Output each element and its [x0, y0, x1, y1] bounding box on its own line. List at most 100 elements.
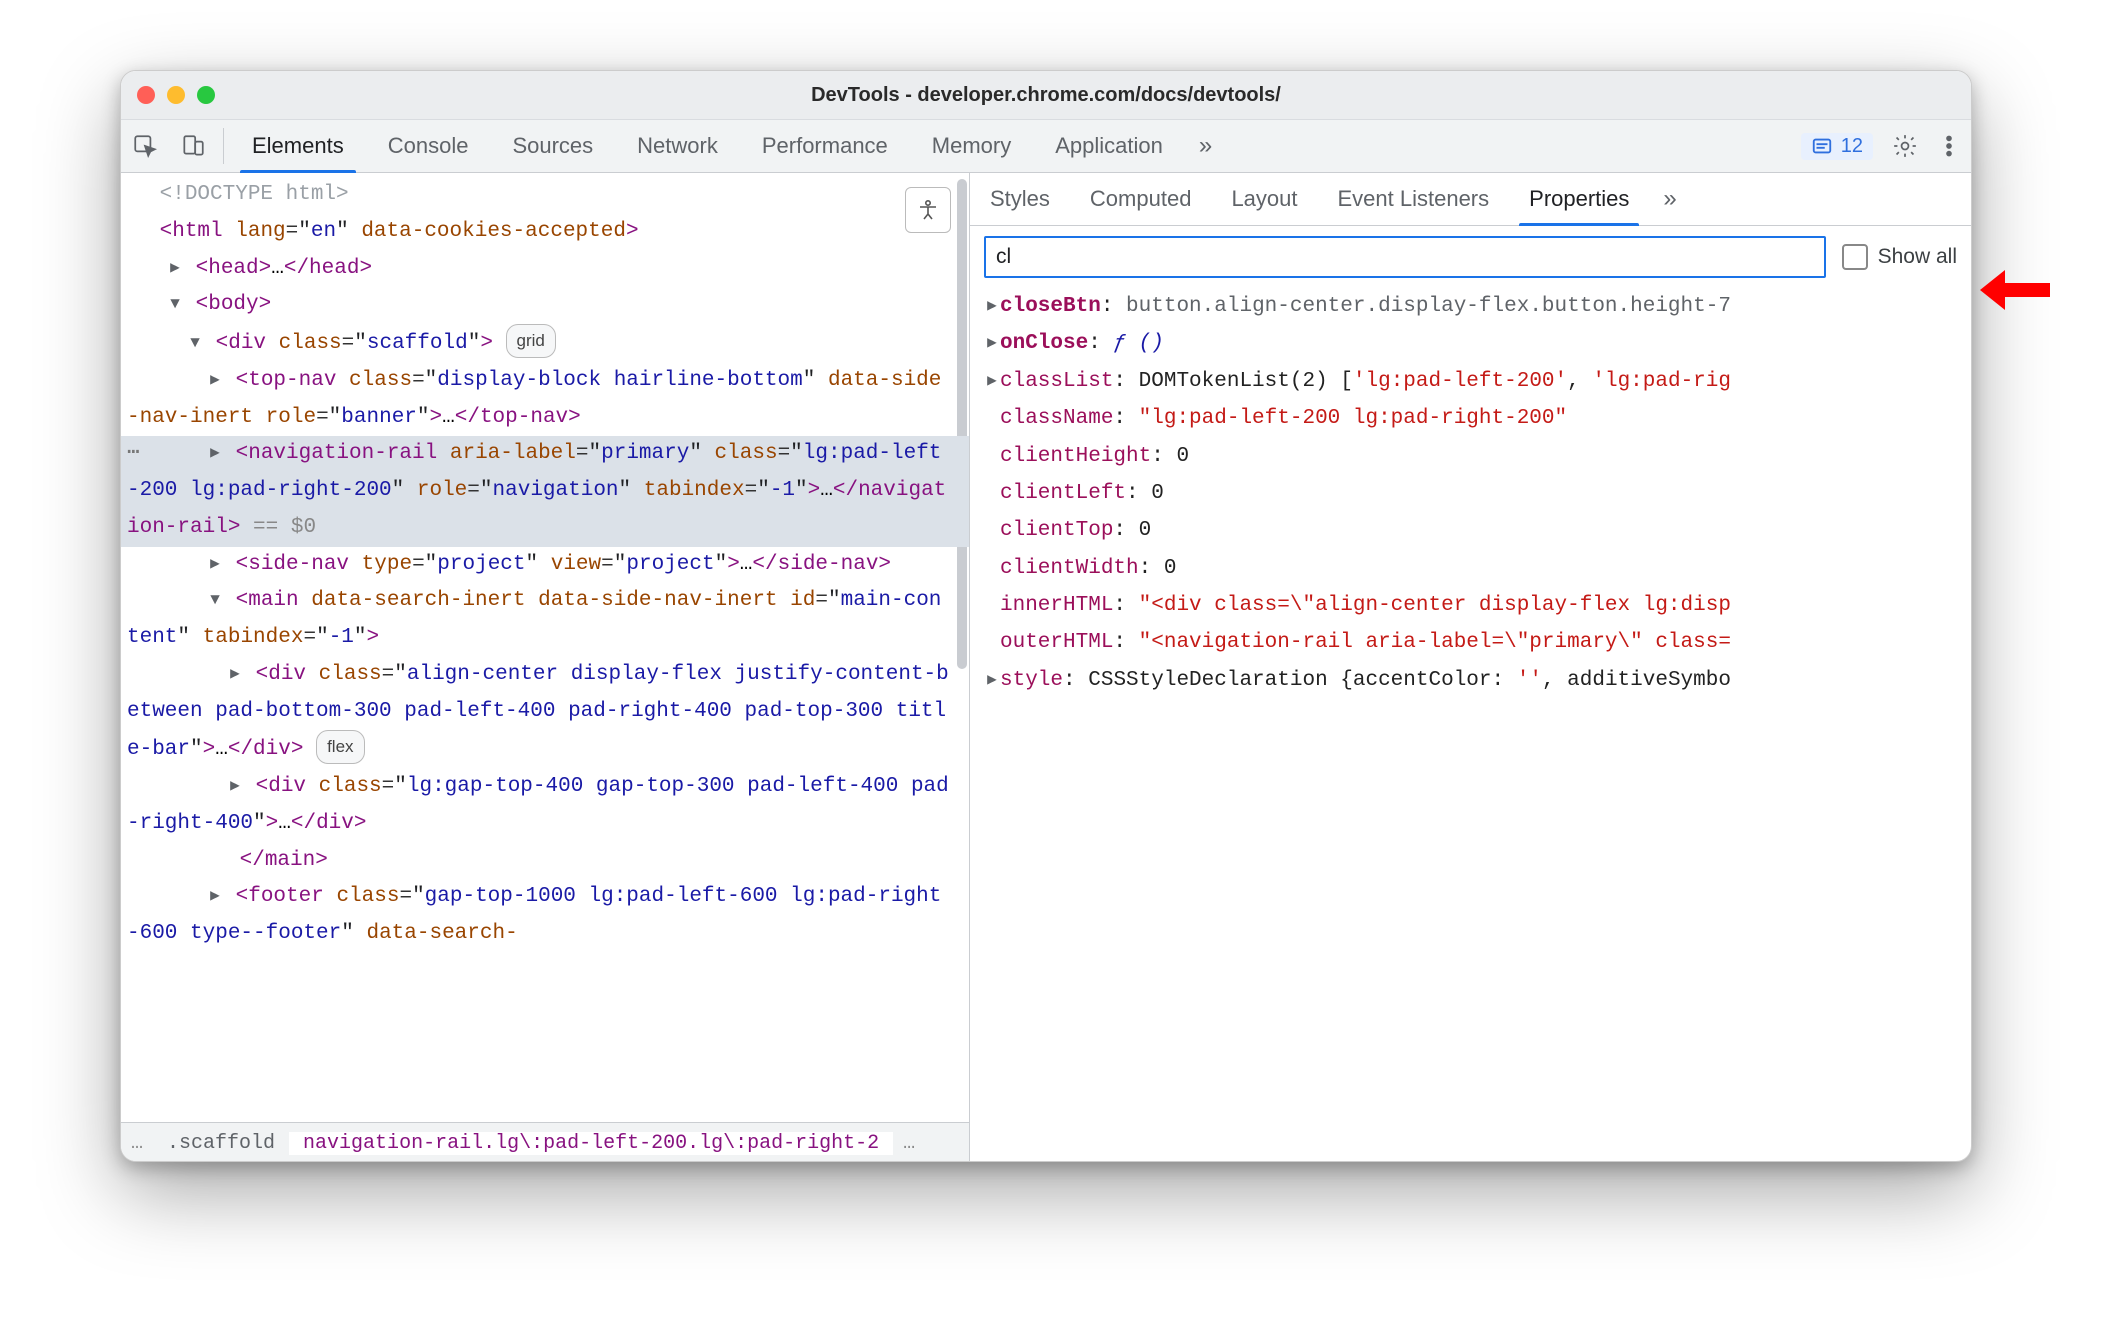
property-row[interactable]: clientHeight: 0	[984, 438, 1957, 475]
tab-console[interactable]: Console	[366, 120, 491, 172]
tab-event-listeners[interactable]: Event Listeners	[1318, 173, 1510, 225]
disclosure-right-icon[interactable]: ▶	[227, 772, 243, 800]
property-row[interactable]: ▶style: CSSStyleDeclaration {accentColor…	[984, 662, 1957, 699]
disclosure-down-icon[interactable]: ▼	[207, 586, 223, 614]
issues-counter[interactable]: 12	[1801, 133, 1873, 160]
property-row[interactable]: ▶classList: DOMTokenList(2) ['lg:pad-lef…	[984, 363, 1957, 400]
disclosure-right-icon[interactable]: ▶	[984, 292, 1000, 320]
disclosure-right-icon[interactable]: ▶	[167, 254, 183, 282]
issue-icon	[1811, 135, 1833, 157]
window-minimize-icon[interactable]	[167, 86, 185, 104]
tree-row[interactable]: ▶ <div class="align-center display-flex …	[121, 657, 969, 769]
tag-footer: <footer class="gap-top-1000 lg:pad-left-…	[127, 885, 941, 945]
breadcrumb-overflow-right-icon[interactable]: …	[893, 1132, 925, 1155]
property-key: clientWidth	[1000, 557, 1139, 580]
tab-application[interactable]: Application	[1033, 120, 1185, 172]
disclosure-right-icon[interactable]: ▶	[207, 882, 223, 910]
property-row[interactable]: clientLeft: 0	[984, 475, 1957, 512]
tab-sources[interactable]: Sources	[490, 120, 615, 172]
layout-badge-grid[interactable]: grid	[506, 324, 556, 358]
property-row[interactable]: ▶onClose: ƒ ()	[984, 325, 1957, 362]
tab-performance[interactable]: Performance	[740, 120, 910, 172]
disclosure-right-icon[interactable]: ▶	[984, 329, 1000, 357]
devtools-window: DevTools - developer.chrome.com/docs/dev…	[120, 70, 1972, 1162]
tab-layout[interactable]: Layout	[1211, 173, 1317, 225]
tag-main: <main data-search-inert data-side-nav-in…	[127, 589, 941, 649]
side-tabs-overflow-icon[interactable]: »	[1649, 173, 1684, 225]
breadcrumb-item[interactable]: .scaffold	[153, 1132, 289, 1155]
disclosure-down-icon[interactable]: ▼	[187, 329, 203, 357]
disclosure-down-icon[interactable]: ▼	[167, 290, 183, 318]
breadcrumb-overflow-left-icon[interactable]: …	[121, 1132, 153, 1155]
tab-memory[interactable]: Memory	[910, 120, 1033, 172]
disclosure-right-icon[interactable]: ▶	[984, 666, 1000, 694]
breadcrumb-item-active[interactable]: navigation-rail.lg\:pad-left-200.lg\:pad…	[289, 1132, 893, 1155]
property-key: onClose	[1000, 332, 1088, 355]
tag-div: <div class="align-center display-flex ju…	[127, 663, 949, 762]
tab-network[interactable]: Network	[615, 120, 740, 172]
elements-panel: <!DOCTYPE html> <html lang="en" data-coo…	[121, 173, 970, 1162]
property-row[interactable]: className: "lg:pad-left-200 lg:pad-right…	[984, 400, 1957, 437]
tab-label: Network	[637, 133, 718, 159]
disclosure-right-icon[interactable]: ▶	[227, 660, 243, 688]
scrollbar-thumb[interactable]	[957, 179, 967, 669]
tab-label: Elements	[252, 133, 344, 159]
property-key: className	[1000, 407, 1113, 430]
layout-badge-flex[interactable]: flex	[316, 730, 364, 764]
tree-row[interactable]: ▶ <footer class="gap-top-1000 lg:pad-lef…	[121, 879, 969, 953]
tree-row[interactable]: ▶ <top-nav class="display-block hairline…	[121, 363, 969, 437]
property-row[interactable]: clientWidth: 0	[984, 550, 1957, 587]
property-row[interactable]: outerHTML: "<navigation-rail aria-label=…	[984, 624, 1957, 661]
tree-row[interactable]: ▶ <side-nav type="project" view="project…	[121, 547, 969, 584]
tab-label: Application	[1055, 133, 1163, 159]
disclosure-right-icon[interactable]: ▶	[207, 439, 223, 467]
disclosure-right-icon[interactable]: ▶	[984, 367, 1000, 395]
tab-label: Event Listeners	[1338, 186, 1490, 212]
window-close-icon[interactable]	[137, 86, 155, 104]
tree-row[interactable]: ▼ <main data-search-inert data-side-nav-…	[121, 583, 969, 657]
tree-row-selected[interactable]: ⋯ ▶ <navigation-rail aria-label="primary…	[121, 436, 969, 546]
tree-row[interactable]: ▼ <body>	[121, 287, 969, 324]
property-row[interactable]: ▶closeBtn: button.align-center.display-f…	[984, 288, 1957, 325]
tree-row[interactable]: ▶ <head>…</head>	[121, 251, 969, 288]
tab-computed[interactable]: Computed	[1070, 173, 1212, 225]
inspect-element-icon[interactable]	[121, 120, 169, 172]
tab-label: Layout	[1231, 186, 1297, 212]
tag-body: <body>	[196, 293, 272, 316]
disclosure-right-icon[interactable]: ▶	[207, 550, 223, 578]
tree-row[interactable]: </main>	[121, 843, 969, 880]
tag-head: <head>…</head>	[196, 257, 372, 280]
tab-label: Properties	[1529, 186, 1629, 212]
row-actions-icon[interactable]: ⋯	[127, 436, 140, 473]
kebab-menu-icon[interactable]	[1927, 133, 1971, 159]
tree-row[interactable]: ▼ <div class="scaffold"> grid	[121, 324, 969, 363]
window-zoom-icon[interactable]	[197, 86, 215, 104]
tab-label: Memory	[932, 133, 1011, 159]
accessibility-button[interactable]	[905, 187, 951, 233]
tabs-overflow-icon[interactable]: »	[1185, 120, 1220, 172]
show-all-toggle[interactable]: Show all	[1842, 244, 1957, 270]
property-row[interactable]: innerHTML: "<div class=\"align-center di…	[984, 587, 1957, 624]
disclosure-right-icon[interactable]: ▶	[207, 366, 223, 394]
window-title: DevTools - developer.chrome.com/docs/dev…	[121, 84, 1971, 107]
tree-row[interactable]: ▶ <div class="lg:gap-top-400 gap-top-300…	[121, 769, 969, 843]
property-row[interactable]: clientTop: 0	[984, 512, 1957, 549]
side-tabs: Styles Computed Layout Event Listeners P…	[970, 173, 1971, 226]
content-area: <!DOCTYPE html> <html lang="en" data-coo…	[121, 173, 1971, 1162]
properties-filter-input[interactable]	[984, 236, 1826, 278]
settings-gear-icon[interactable]	[1883, 133, 1927, 159]
toolbar-right: 12	[1791, 120, 1971, 172]
tree-row[interactable]: <!DOCTYPE html>	[121, 177, 969, 214]
tree-row[interactable]: <html lang="en" data-cookies-accepted>	[121, 214, 969, 251]
tab-properties[interactable]: Properties	[1509, 173, 1649, 225]
property-key: outerHTML	[1000, 631, 1113, 654]
dom-tree[interactable]: <!DOCTYPE html> <html lang="en" data-coo…	[121, 173, 969, 1122]
device-toolbar-icon[interactable]	[169, 120, 217, 172]
tab-styles[interactable]: Styles	[970, 173, 1070, 225]
main-toolbar: Elements Console Sources Network Perform…	[121, 120, 1971, 173]
tab-elements[interactable]: Elements	[230, 120, 366, 172]
property-key: classList	[1000, 370, 1113, 393]
property-key: clientHeight	[1000, 445, 1151, 468]
checkbox-icon[interactable]	[1842, 244, 1868, 270]
properties-filter-bar: Show all	[970, 226, 1971, 288]
